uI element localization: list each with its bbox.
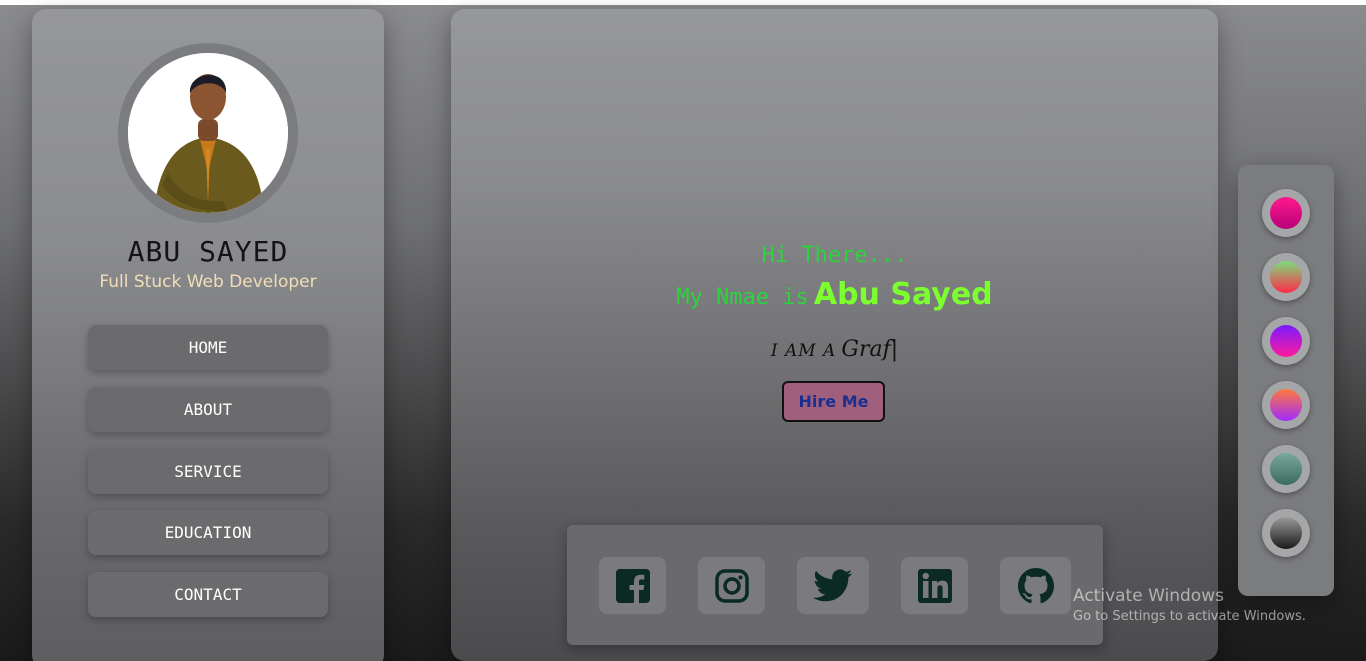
github-link[interactable] xyxy=(1000,557,1071,614)
swatch-color xyxy=(1270,517,1302,549)
watermark-title: Activate Windows xyxy=(1073,586,1224,606)
theme-swatch-orange-purple[interactable] xyxy=(1262,381,1310,429)
avatar-photo xyxy=(128,53,288,213)
intro-name: Abu Sayed xyxy=(813,277,993,312)
theme-swatch-purple-pink[interactable] xyxy=(1262,317,1310,365)
instagram-link[interactable] xyxy=(698,557,765,614)
profile-role: Full Stuck Web Developer xyxy=(99,272,317,292)
profile-name: ABU SAYED xyxy=(127,235,289,268)
nav-home-button[interactable]: HOME xyxy=(88,325,328,370)
theme-swatch-gray-black[interactable] xyxy=(1262,509,1310,557)
swatch-color xyxy=(1270,197,1302,229)
profile-sidebar: ABU SAYED Full Stuck Web Developer HOME … xyxy=(32,9,384,661)
twitter-icon xyxy=(813,568,852,601)
github-icon xyxy=(1017,567,1054,603)
nav-contact-button[interactable]: CONTACT xyxy=(88,572,328,617)
linkedin-icon xyxy=(917,568,952,603)
theme-swatch-magenta[interactable] xyxy=(1262,189,1310,237)
greeting-text: Hi There... xyxy=(761,243,908,268)
nav-about-button[interactable]: ABOUT xyxy=(88,387,328,432)
avatar xyxy=(128,53,288,213)
hero-panel: Hi There... My Nmae is Abu Sayed I AM A … xyxy=(451,9,1218,661)
typed-prefix: I AM A xyxy=(770,341,837,361)
social-links-bar xyxy=(567,525,1103,645)
watermark-subtitle: Go to Settings to activate Windows. xyxy=(1073,609,1306,624)
swatch-color xyxy=(1270,389,1302,421)
nav-education-button[interactable]: EDUCATION xyxy=(88,510,328,555)
windows-activation-watermark: Activate Windows Go to Settings to activ… xyxy=(1073,585,1306,627)
facebook-link[interactable] xyxy=(599,557,666,614)
swatch-color xyxy=(1270,325,1302,357)
hire-me-button[interactable]: Hire Me xyxy=(782,381,885,422)
swatch-color xyxy=(1270,453,1302,485)
swatch-color xyxy=(1270,261,1302,293)
theme-switcher-panel xyxy=(1238,165,1334,596)
theme-swatch-teal-gray[interactable] xyxy=(1262,445,1310,493)
typed-word: Graf| xyxy=(841,337,899,362)
linkedin-link[interactable] xyxy=(901,557,968,614)
theme-swatch-green-red[interactable] xyxy=(1262,253,1310,301)
intro-prefix: My Nmae is xyxy=(676,285,809,310)
facebook-icon xyxy=(615,568,650,603)
nav-service-button[interactable]: SERVICE xyxy=(88,449,328,494)
twitter-link[interactable] xyxy=(797,557,869,614)
avatar-ring xyxy=(118,43,298,223)
typed-line: I AM A Graf| xyxy=(451,337,1218,362)
instagram-icon xyxy=(714,568,749,603)
intro-line: My Nmae is Abu Sayed xyxy=(451,277,1218,312)
